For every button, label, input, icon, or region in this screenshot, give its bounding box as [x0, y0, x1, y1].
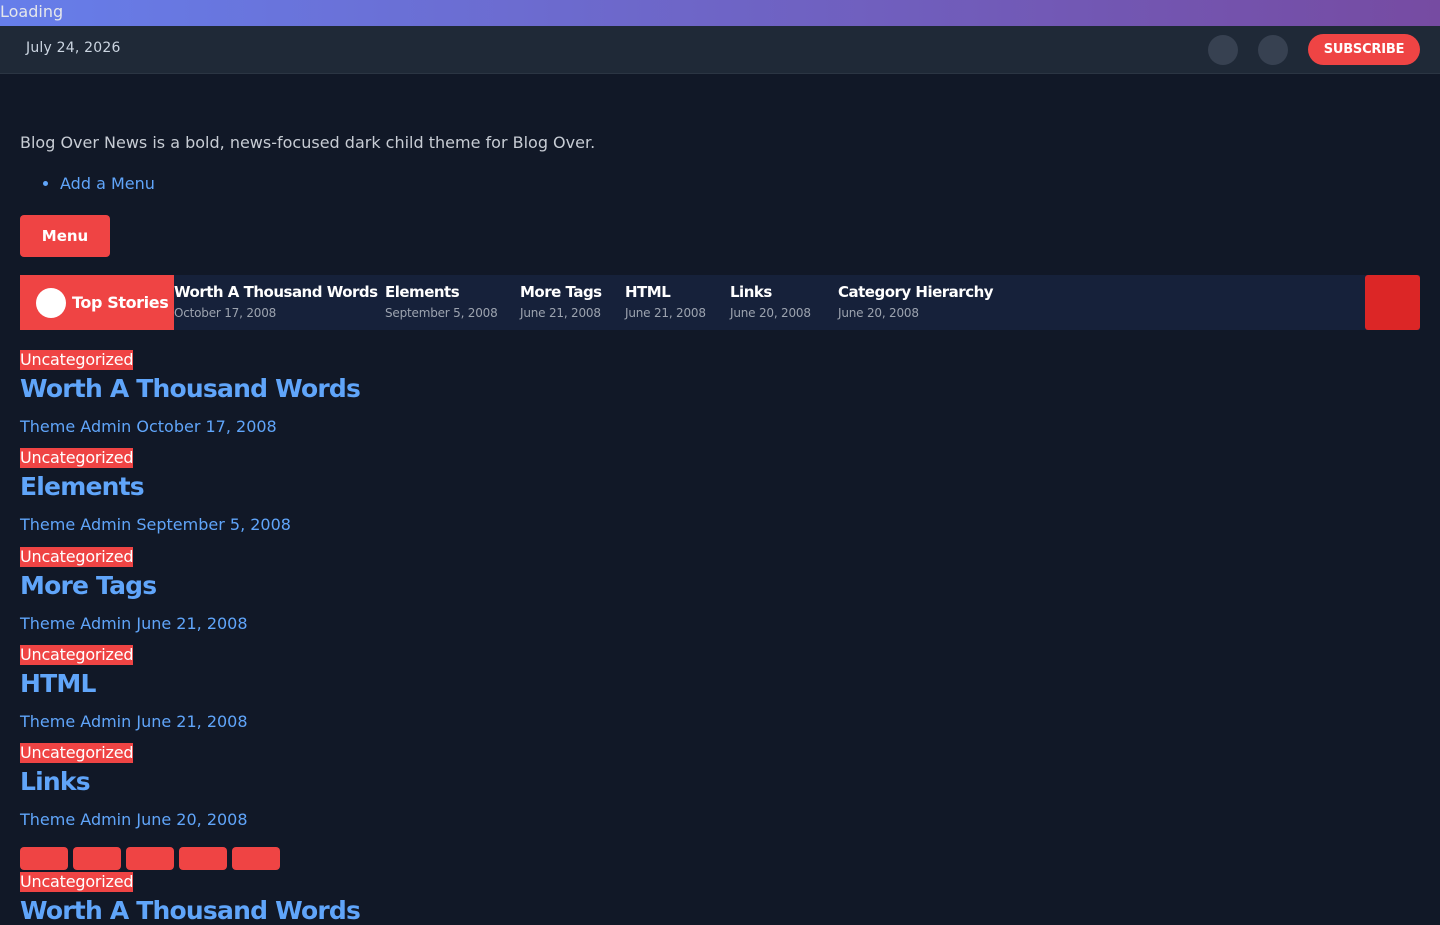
ticker-item[interactable]: Elements September 5, 2008: [385, 283, 498, 320]
theme-toggle-icon[interactable]: [1258, 35, 1288, 65]
live-dot-icon: [36, 288, 66, 318]
post-author[interactable]: Theme Admin: [20, 417, 131, 436]
post-meta: Theme Admin June 21, 2008: [20, 614, 248, 633]
subscribe-button[interactable]: SUBSCRIBE: [1308, 34, 1420, 65]
ticker-item[interactable]: HTML June 21, 2008: [625, 283, 706, 320]
current-date: July 24, 2026: [26, 40, 121, 56]
ticker-item-date: June 21, 2008: [520, 306, 601, 320]
post-meta: Theme Admin September 5, 2008: [20, 515, 291, 534]
post-date[interactable]: June 21, 2008: [136, 712, 247, 731]
ticker-item-date: June 20, 2008: [838, 306, 919, 320]
ticker-item-date: June 20, 2008: [730, 306, 811, 320]
ticker-item[interactable]: Worth A Thousand Words October 17, 2008: [174, 283, 378, 320]
ticker-label-text: Top Stories: [72, 293, 169, 312]
ticker-item-date: October 17, 2008: [174, 306, 277, 320]
post-category[interactable]: Uncategorized: [20, 743, 134, 763]
pager-dot[interactable]: [73, 847, 121, 870]
post-title[interactable]: Worth A Thousand Words: [20, 896, 361, 925]
ticker-item-title[interactable]: Category Hierarchy: [838, 283, 994, 301]
post-date[interactable]: October 17, 2008: [136, 417, 276, 436]
ticker-item[interactable]: Links June 20, 2008: [730, 283, 811, 320]
post-title[interactable]: HTML: [20, 669, 248, 698]
ticker-item-title[interactable]: HTML: [625, 283, 706, 301]
top-bar: July 24, 2026 SUBSCRIBE: [0, 26, 1440, 74]
social-icon[interactable]: [1208, 35, 1238, 65]
post-author[interactable]: Theme Admin: [20, 712, 131, 731]
post-title[interactable]: More Tags: [20, 571, 248, 600]
pager-dot[interactable]: [179, 847, 227, 870]
ticker-item-date: June 21, 2008: [625, 306, 706, 320]
site-tagline: Blog Over News is a bold, news-focused d…: [20, 133, 596, 152]
ticker-item-date: September 5, 2008: [385, 306, 498, 320]
post-category[interactable]: Uncategorized: [20, 872, 134, 892]
loading-text: Loading: [0, 2, 64, 21]
post-date[interactable]: June 21, 2008: [136, 614, 247, 633]
post-card: Uncategorized HTML Theme Admin June 21, …: [20, 645, 248, 731]
post-card: Uncategorized Worth A Thousand Words: [20, 872, 361, 925]
ticker-label: Top Stories: [20, 275, 174, 330]
ticker-item-title[interactable]: More Tags: [520, 283, 602, 301]
post-card: Uncategorized More Tags Theme Admin June…: [20, 547, 248, 633]
ticker-item[interactable]: Category Hierarchy June 20, 2008: [838, 283, 994, 320]
loading-bar: Loading: [0, 0, 1440, 26]
post-author[interactable]: Theme Admin: [20, 515, 131, 534]
post-title[interactable]: Links: [20, 767, 248, 796]
menu-toggle-button[interactable]: Menu: [20, 215, 110, 257]
ticker-item-title[interactable]: Elements: [385, 283, 498, 301]
post-category[interactable]: Uncategorized: [20, 547, 134, 567]
post-category[interactable]: Uncategorized: [20, 448, 134, 468]
pager-dot[interactable]: [232, 847, 280, 870]
post-card: Uncategorized Worth A Thousand Words The…: [20, 350, 361, 436]
ticker-item-title[interactable]: Links: [730, 283, 811, 301]
ticker-item-title[interactable]: Worth A Thousand Words: [174, 283, 378, 301]
post-author[interactable]: Theme Admin: [20, 614, 131, 633]
post-date[interactable]: June 20, 2008: [136, 810, 247, 829]
pager-dot[interactable]: [126, 847, 174, 870]
pager-dot[interactable]: [20, 847, 68, 870]
post-title[interactable]: Elements: [20, 472, 291, 501]
menu-item: Add a Menu: [60, 174, 155, 193]
post-date[interactable]: September 5, 2008: [136, 515, 291, 534]
post-title[interactable]: Worth A Thousand Words: [20, 374, 361, 403]
post-meta: Theme Admin June 21, 2008: [20, 712, 248, 731]
carousel-pager: [20, 847, 285, 870]
post-author[interactable]: Theme Admin: [20, 810, 131, 829]
add-menu-link[interactable]: Add a Menu: [60, 174, 155, 193]
ticker-pause-button[interactable]: [1365, 275, 1420, 330]
post-category[interactable]: Uncategorized: [20, 350, 134, 370]
post-card: Uncategorized Elements Theme Admin Septe…: [20, 448, 291, 534]
post-card: Uncategorized Links Theme Admin June 20,…: [20, 743, 248, 829]
post-category[interactable]: Uncategorized: [20, 645, 134, 665]
primary-menu: Add a Menu: [20, 174, 155, 193]
top-stories-ticker: Top Stories Worth A Thousand Words Octob…: [20, 275, 1420, 330]
ticker-item[interactable]: More Tags June 21, 2008: [520, 283, 602, 320]
post-meta: Theme Admin June 20, 2008: [20, 810, 248, 829]
post-meta: Theme Admin October 17, 2008: [20, 417, 360, 436]
